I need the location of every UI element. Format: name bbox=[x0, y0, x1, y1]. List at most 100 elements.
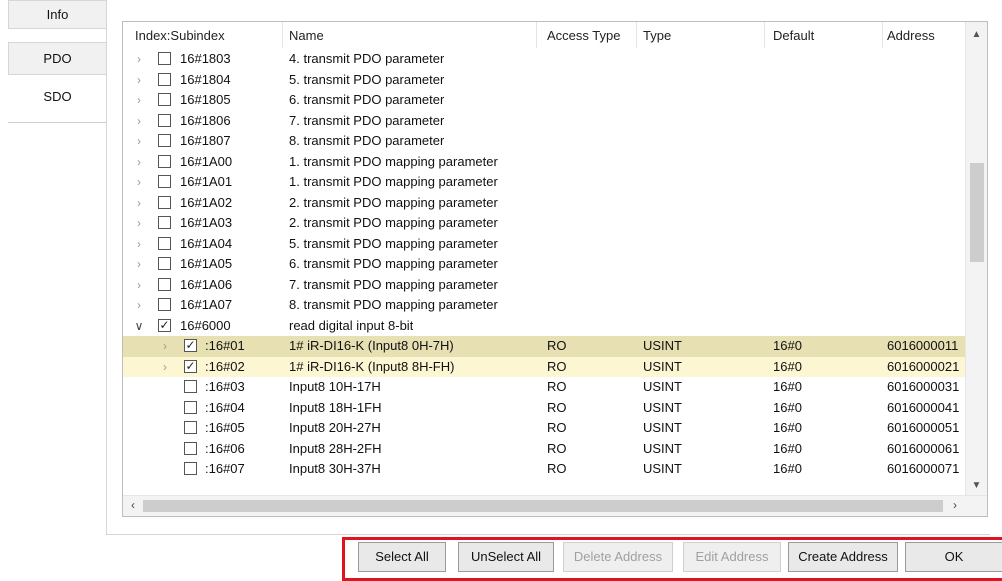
unselect-all-button[interactable]: UnSelect All bbox=[458, 542, 554, 572]
row-checkbox[interactable] bbox=[158, 72, 171, 86]
row-checkbox[interactable] bbox=[158, 175, 171, 188]
chevron-right-icon[interactable]: › bbox=[133, 131, 145, 151]
row-checkbox-checked[interactable]: ✓ bbox=[158, 318, 171, 332]
table-row[interactable]: › 16#1A03 2. transmit PDO mapping paramete… bbox=[123, 213, 965, 234]
chevron-right-icon[interactable]: › bbox=[133, 254, 145, 274]
row-checkbox[interactable] bbox=[184, 462, 197, 475]
cell-index: :16#07 bbox=[205, 461, 245, 476]
cell-index: :16#05 bbox=[205, 420, 245, 435]
scroll-up-icon[interactable]: ▲ bbox=[966, 25, 987, 45]
cell-address: 6016000071 bbox=[887, 461, 960, 476]
horizontal-scroll-thumb[interactable] bbox=[143, 500, 943, 512]
cell-index: :16#06 bbox=[205, 440, 245, 456]
col-type-header[interactable]: Type bbox=[637, 22, 765, 48]
table-row[interactable]: › 16#1A00 1. transmit PDO mapping paramete… bbox=[123, 152, 965, 173]
chevron-right-icon[interactable]: › bbox=[159, 336, 171, 356]
cell-name: 8. transmit PDO mapping parameter bbox=[289, 297, 498, 312]
col-index-header[interactable]: Index:Subindex bbox=[123, 22, 283, 48]
cell-name: 5. transmit PDO parameter bbox=[289, 71, 445, 87]
table-subrow[interactable]: :16#05 Input8 20H-27H RO USINT 16#0 601600005… bbox=[123, 418, 965, 439]
row-checkbox[interactable] bbox=[184, 421, 197, 434]
chevron-right-icon[interactable]: › bbox=[133, 111, 145, 131]
chevron-right-icon[interactable]: › bbox=[133, 152, 145, 172]
row-checkbox[interactable] bbox=[158, 195, 171, 209]
ok-button[interactable]: OK bbox=[905, 542, 1002, 572]
vertical-scroll-thumb[interactable] bbox=[970, 163, 984, 262]
chevron-right-icon[interactable]: › bbox=[133, 275, 145, 295]
cell-name: 1# iR-DI16-K (Input8 0H-7H) bbox=[289, 338, 454, 353]
tab-pdo[interactable]: PDO bbox=[8, 42, 107, 75]
chevron-right-icon[interactable]: › bbox=[133, 70, 145, 90]
cell-name: Input8 10H-17H bbox=[289, 379, 381, 394]
table-row[interactable]: › 16#1A06 7. transmit PDO mapping paramete… bbox=[123, 275, 965, 296]
cell-access: RO bbox=[547, 358, 567, 374]
table-subrow[interactable]: :16#07 Input8 30H-37H RO USINT 16#0 601600007… bbox=[123, 459, 965, 480]
chevron-right-icon[interactable]: › bbox=[133, 90, 145, 110]
cell-access: RO bbox=[547, 420, 567, 435]
table-row[interactable]: › 16#1803 4. transmit PDO parameter bbox=[123, 49, 965, 70]
row-checkbox[interactable] bbox=[184, 400, 197, 414]
chevron-right-icon[interactable]: › bbox=[133, 49, 145, 69]
row-checkbox[interactable] bbox=[158, 257, 171, 270]
col-access-header[interactable]: Access Type bbox=[541, 22, 637, 48]
edit-address-button[interactable]: Edit Address bbox=[683, 542, 781, 572]
chevron-right-icon[interactable]: › bbox=[133, 172, 145, 192]
vertical-scrollbar[interactable]: ▲ ▼ bbox=[965, 22, 987, 496]
row-checkbox[interactable] bbox=[184, 441, 197, 455]
row-checkbox[interactable] bbox=[184, 380, 197, 393]
chevron-right-icon[interactable]: › bbox=[133, 193, 145, 213]
create-address-button[interactable]: Create Address bbox=[788, 542, 898, 572]
cell-name: 2. transmit PDO mapping parameter bbox=[289, 215, 498, 230]
row-checkbox[interactable] bbox=[158, 113, 171, 127]
cell-name: 6. transmit PDO parameter bbox=[289, 92, 445, 107]
cell-access: RO bbox=[547, 399, 567, 415]
chevron-down-icon[interactable]: ∨ bbox=[133, 316, 145, 336]
delete-address-button[interactable]: Delete Address bbox=[563, 542, 673, 572]
table-row[interactable]: › 16#1A07 8. transmit PDO mapping paramete… bbox=[123, 295, 965, 316]
scroll-down-icon[interactable]: ▼ bbox=[966, 476, 987, 496]
horizontal-scrollbar[interactable]: ‹ › bbox=[123, 495, 987, 516]
cell-index: 16#1A04 bbox=[180, 235, 233, 251]
chevron-right-icon[interactable]: › bbox=[159, 357, 171, 377]
cell-name: Input8 28H-2FH bbox=[289, 440, 382, 456]
col-address-header[interactable]: Address bbox=[881, 22, 965, 48]
row-checkbox[interactable] bbox=[158, 216, 171, 229]
table-row[interactable]: › 16#1A04 5. transmit PDO mapping paramete… bbox=[123, 234, 965, 255]
table-row[interactable]: › 16#1A02 2. transmit PDO mapping paramete… bbox=[123, 193, 965, 214]
table-row[interactable]: ∨ ✓ 16#6000 read digital input 8-bit bbox=[123, 316, 965, 337]
row-checkbox-checked[interactable]: ✓ bbox=[184, 339, 197, 352]
row-checkbox-checked[interactable]: ✓ bbox=[184, 359, 197, 373]
row-checkbox[interactable] bbox=[158, 93, 171, 106]
tab-info[interactable]: Info bbox=[8, 0, 107, 29]
table-row[interactable]: › 16#1807 8. transmit PDO parameter bbox=[123, 131, 965, 152]
col-name-header[interactable]: Name bbox=[283, 22, 537, 48]
cell-name: 5. transmit PDO mapping parameter bbox=[289, 235, 498, 251]
row-checkbox[interactable] bbox=[158, 277, 171, 291]
table-row[interactable]: › 16#1806 7. transmit PDO parameter bbox=[123, 111, 965, 132]
row-checkbox[interactable] bbox=[158, 52, 171, 65]
chevron-right-icon[interactable]: › bbox=[133, 295, 145, 315]
row-checkbox[interactable] bbox=[158, 154, 171, 168]
cell-address: 6016000011 bbox=[887, 338, 959, 353]
table-subrow[interactable]: :16#04 Input8 18H-1FH RO USINT 16#0 601600004… bbox=[123, 398, 965, 419]
row-checkbox[interactable] bbox=[158, 134, 171, 147]
table-row[interactable]: › 16#1A05 6. transmit PDO mapping paramete… bbox=[123, 254, 965, 275]
table-subrow[interactable]: › ✓:16#01 1# iR-DI16-K (Input8 0H-7H) RO USI… bbox=[123, 336, 965, 357]
tab-sdo[interactable]: SDO bbox=[8, 78, 107, 122]
table-subrow[interactable]: :16#06 Input8 28H-2FH RO USINT 16#0 601600006… bbox=[123, 439, 965, 460]
cell-access: RO bbox=[547, 440, 567, 456]
table-row[interactable]: › 16#1805 6. transmit PDO parameter bbox=[123, 90, 965, 111]
cell-address: 6016000051 bbox=[887, 420, 960, 435]
table-subrow[interactable]: › ✓:16#02 1# iR-DI16-K (Input8 8H-FH) RO USI… bbox=[123, 356, 965, 377]
col-default-header[interactable]: Default bbox=[765, 22, 883, 48]
scroll-left-icon[interactable]: ‹ bbox=[123, 496, 143, 516]
chevron-right-icon[interactable]: › bbox=[133, 213, 145, 233]
row-checkbox[interactable] bbox=[158, 236, 171, 250]
table-row[interactable]: › 16#1A01 1. transmit PDO mapping paramete… bbox=[123, 172, 965, 193]
table-subrow[interactable]: :16#03 Input8 10H-17H RO USINT 16#0 601600003… bbox=[123, 377, 965, 398]
table-row[interactable]: › 16#1804 5. transmit PDO parameter bbox=[123, 70, 965, 91]
chevron-right-icon[interactable]: › bbox=[133, 234, 145, 254]
select-all-button[interactable]: Select All bbox=[358, 542, 446, 572]
row-checkbox[interactable] bbox=[158, 298, 171, 311]
scroll-right-icon[interactable]: › bbox=[945, 496, 965, 516]
